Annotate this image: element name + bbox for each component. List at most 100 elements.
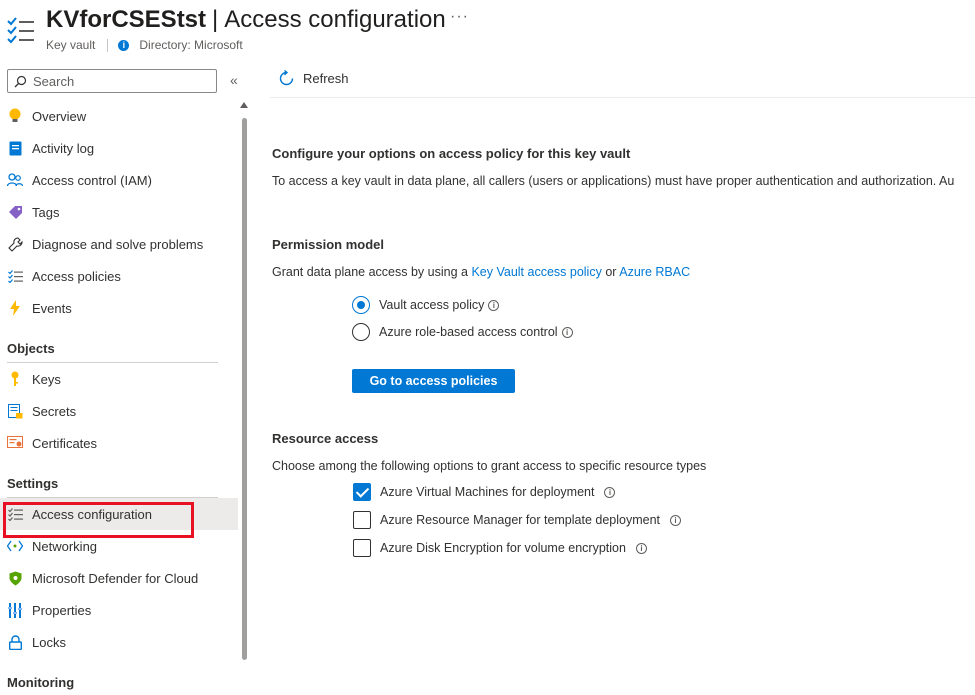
config-description: To access a key vault in data plane, all… <box>272 174 955 188</box>
page-title: KVforCSEStst | Access configuration <box>46 6 446 34</box>
info-icon[interactable]: i <box>635 542 647 554</box>
checkbox-azure-vm-deployment[interactable]: Azure Virtual Machines for deployment i <box>353 483 616 501</box>
sidebar-item-events[interactable]: Events <box>0 292 238 324</box>
radio-button-selected[interactable] <box>352 296 370 314</box>
go-to-access-policies-button[interactable]: Go to access policies <box>352 369 515 393</box>
lightbulb-icon <box>7 108 23 124</box>
resource-name: KVforCSEStst <box>46 6 207 33</box>
refresh-label: Refresh <box>303 71 349 86</box>
sidebar-item-label: Diagnose and solve problems <box>32 236 204 252</box>
sidebar-item-label: Events <box>32 300 72 316</box>
sidebar-item-keys[interactable]: Keys <box>0 363 238 395</box>
sidebar-nav: Overview Activity log Access control (IA… <box>0 100 238 695</box>
permission-desc-prefix: Grant data plane access by using a <box>272 265 468 279</box>
sidebar-item-label: Locks <box>32 634 66 650</box>
sidebar-item-label: Keys <box>32 371 61 387</box>
tag-icon <box>7 204 23 220</box>
sidebar-item-label: Certificates <box>32 435 98 451</box>
sidebar-item-label: Tags <box>32 204 60 220</box>
sidebar-item-locks[interactable]: Locks <box>0 626 238 658</box>
scroll-up-icon[interactable] <box>240 102 248 108</box>
sidebar: Search « Overview Activity log Access co… <box>0 62 250 695</box>
info-icon[interactable]: i <box>488 299 500 311</box>
section-objects: Objects <box>0 324 238 363</box>
sidebar-item-defender[interactable]: Microsoft Defender for Cloud <box>0 562 238 594</box>
permission-or: or <box>605 265 617 279</box>
check-vm-label: Azure Virtual Machines for deployment <box>380 485 595 499</box>
permission-description: Grant data plane access by using a Key V… <box>272 265 690 279</box>
blade-name: Access configuration <box>224 6 446 33</box>
info-icon: i <box>118 39 130 51</box>
info-icon[interactable]: i <box>604 486 616 498</box>
sidebar-item-label: Activity log <box>32 140 95 156</box>
sidebar-item-label: Networking <box>32 538 98 554</box>
red-highlight-box <box>3 502 194 538</box>
sidebar-item-properties[interactable]: Properties <box>0 594 238 626</box>
resource-type: Key vault <box>46 38 96 52</box>
sidebar-item-label: Microsoft Defender for Cloud <box>32 570 199 586</box>
checkbox[interactable] <box>353 539 371 557</box>
config-heading: Configure your options on access policy … <box>272 146 631 161</box>
info-icon[interactable]: i <box>670 514 682 526</box>
checkbox[interactable] <box>353 511 371 529</box>
more-options-icon[interactable]: ··· <box>450 8 469 26</box>
radio-azure-rbac[interactable]: Azure role-based access control i <box>352 323 573 341</box>
sidebar-item-secrets[interactable]: Secrets <box>0 395 238 427</box>
key-icon <box>7 371 23 387</box>
radio-vault-access-policy[interactable]: Vault access policy i <box>352 296 500 314</box>
check-disk-label: Azure Disk Encryption for volume encrypt… <box>380 541 626 555</box>
refresh-icon <box>279 70 294 86</box>
sidebar-item-certificates[interactable]: Certificates <box>0 427 238 459</box>
lightning-icon <box>7 300 23 316</box>
title-separator: | <box>212 6 219 33</box>
collapse-sidebar-icon[interactable]: « <box>230 72 238 88</box>
wrench-icon <box>7 236 23 252</box>
section-monitoring: Monitoring <box>7 675 75 690</box>
sidebar-scrollbar[interactable] <box>242 118 247 660</box>
access-policies-icon <box>7 17 34 44</box>
sidebar-item-diagnose[interactable]: Diagnose and solve problems <box>0 228 238 260</box>
sidebar-item-label: Access control (IAM) <box>32 172 152 188</box>
checkbox-disk-encryption[interactable]: Azure Disk Encryption for volume encrypt… <box>353 539 647 557</box>
search-placeholder: Search <box>33 73 75 89</box>
radio-vault-label: Vault access policy <box>379 298 485 312</box>
resource-access-heading: Resource access <box>272 431 379 446</box>
list-icon <box>7 268 23 284</box>
secret-icon <box>7 403 23 419</box>
directory-label: Directory: Microsoft <box>139 38 243 52</box>
search-icon <box>14 75 27 87</box>
shield-icon <box>7 570 23 586</box>
command-bar: Refresh <box>270 62 975 98</box>
page-subtitle: Key vault i Directory: Microsoft <box>46 38 243 52</box>
sidebar-item-overview[interactable]: Overview <box>0 100 238 132</box>
properties-icon <box>7 602 23 618</box>
section-settings: Settings <box>0 459 238 498</box>
radio-button[interactable] <box>352 323 370 341</box>
key-vault-access-policy-link[interactable]: Key Vault access policy <box>471 265 601 279</box>
permission-model-heading: Permission model <box>272 237 384 252</box>
sidebar-item-label: Access policies <box>32 268 121 284</box>
page-header: KVforCSEStst | Access configuration ··· Ke… <box>0 0 975 60</box>
sidebar-item-access-control[interactable]: Access control (IAM) <box>0 164 238 196</box>
check-arm-label: Azure Resource Manager for template depl… <box>380 513 661 527</box>
sidebar-item-access-policies[interactable]: Access policies <box>0 260 238 292</box>
people-icon <box>7 172 23 188</box>
sidebar-item-label: Properties <box>32 602 92 618</box>
search-input[interactable]: Search <box>7 69 217 93</box>
subtitle-divider <box>107 38 109 52</box>
networking-icon <box>7 538 23 554</box>
sidebar-item-label: Secrets <box>32 403 77 419</box>
sidebar-item-tags[interactable]: Tags <box>0 196 238 228</box>
lock-icon <box>7 634 23 650</box>
checkbox-checked[interactable] <box>353 483 371 501</box>
checkbox-arm-template-deployment[interactable]: Azure Resource Manager for template depl… <box>353 511 682 529</box>
radio-rbac-label: Azure role-based access control <box>379 325 558 339</box>
sidebar-item-label: Overview <box>32 108 87 124</box>
certificate-icon <box>7 435 23 451</box>
info-icon[interactable]: i <box>561 326 573 338</box>
activity-log-icon <box>7 140 23 156</box>
azure-rbac-link[interactable]: Azure RBAC <box>619 265 690 279</box>
resource-access-description: Choose among the following options to gr… <box>272 459 707 473</box>
refresh-button[interactable]: Refresh <box>278 70 349 87</box>
sidebar-item-activity-log[interactable]: Activity log <box>0 132 238 164</box>
